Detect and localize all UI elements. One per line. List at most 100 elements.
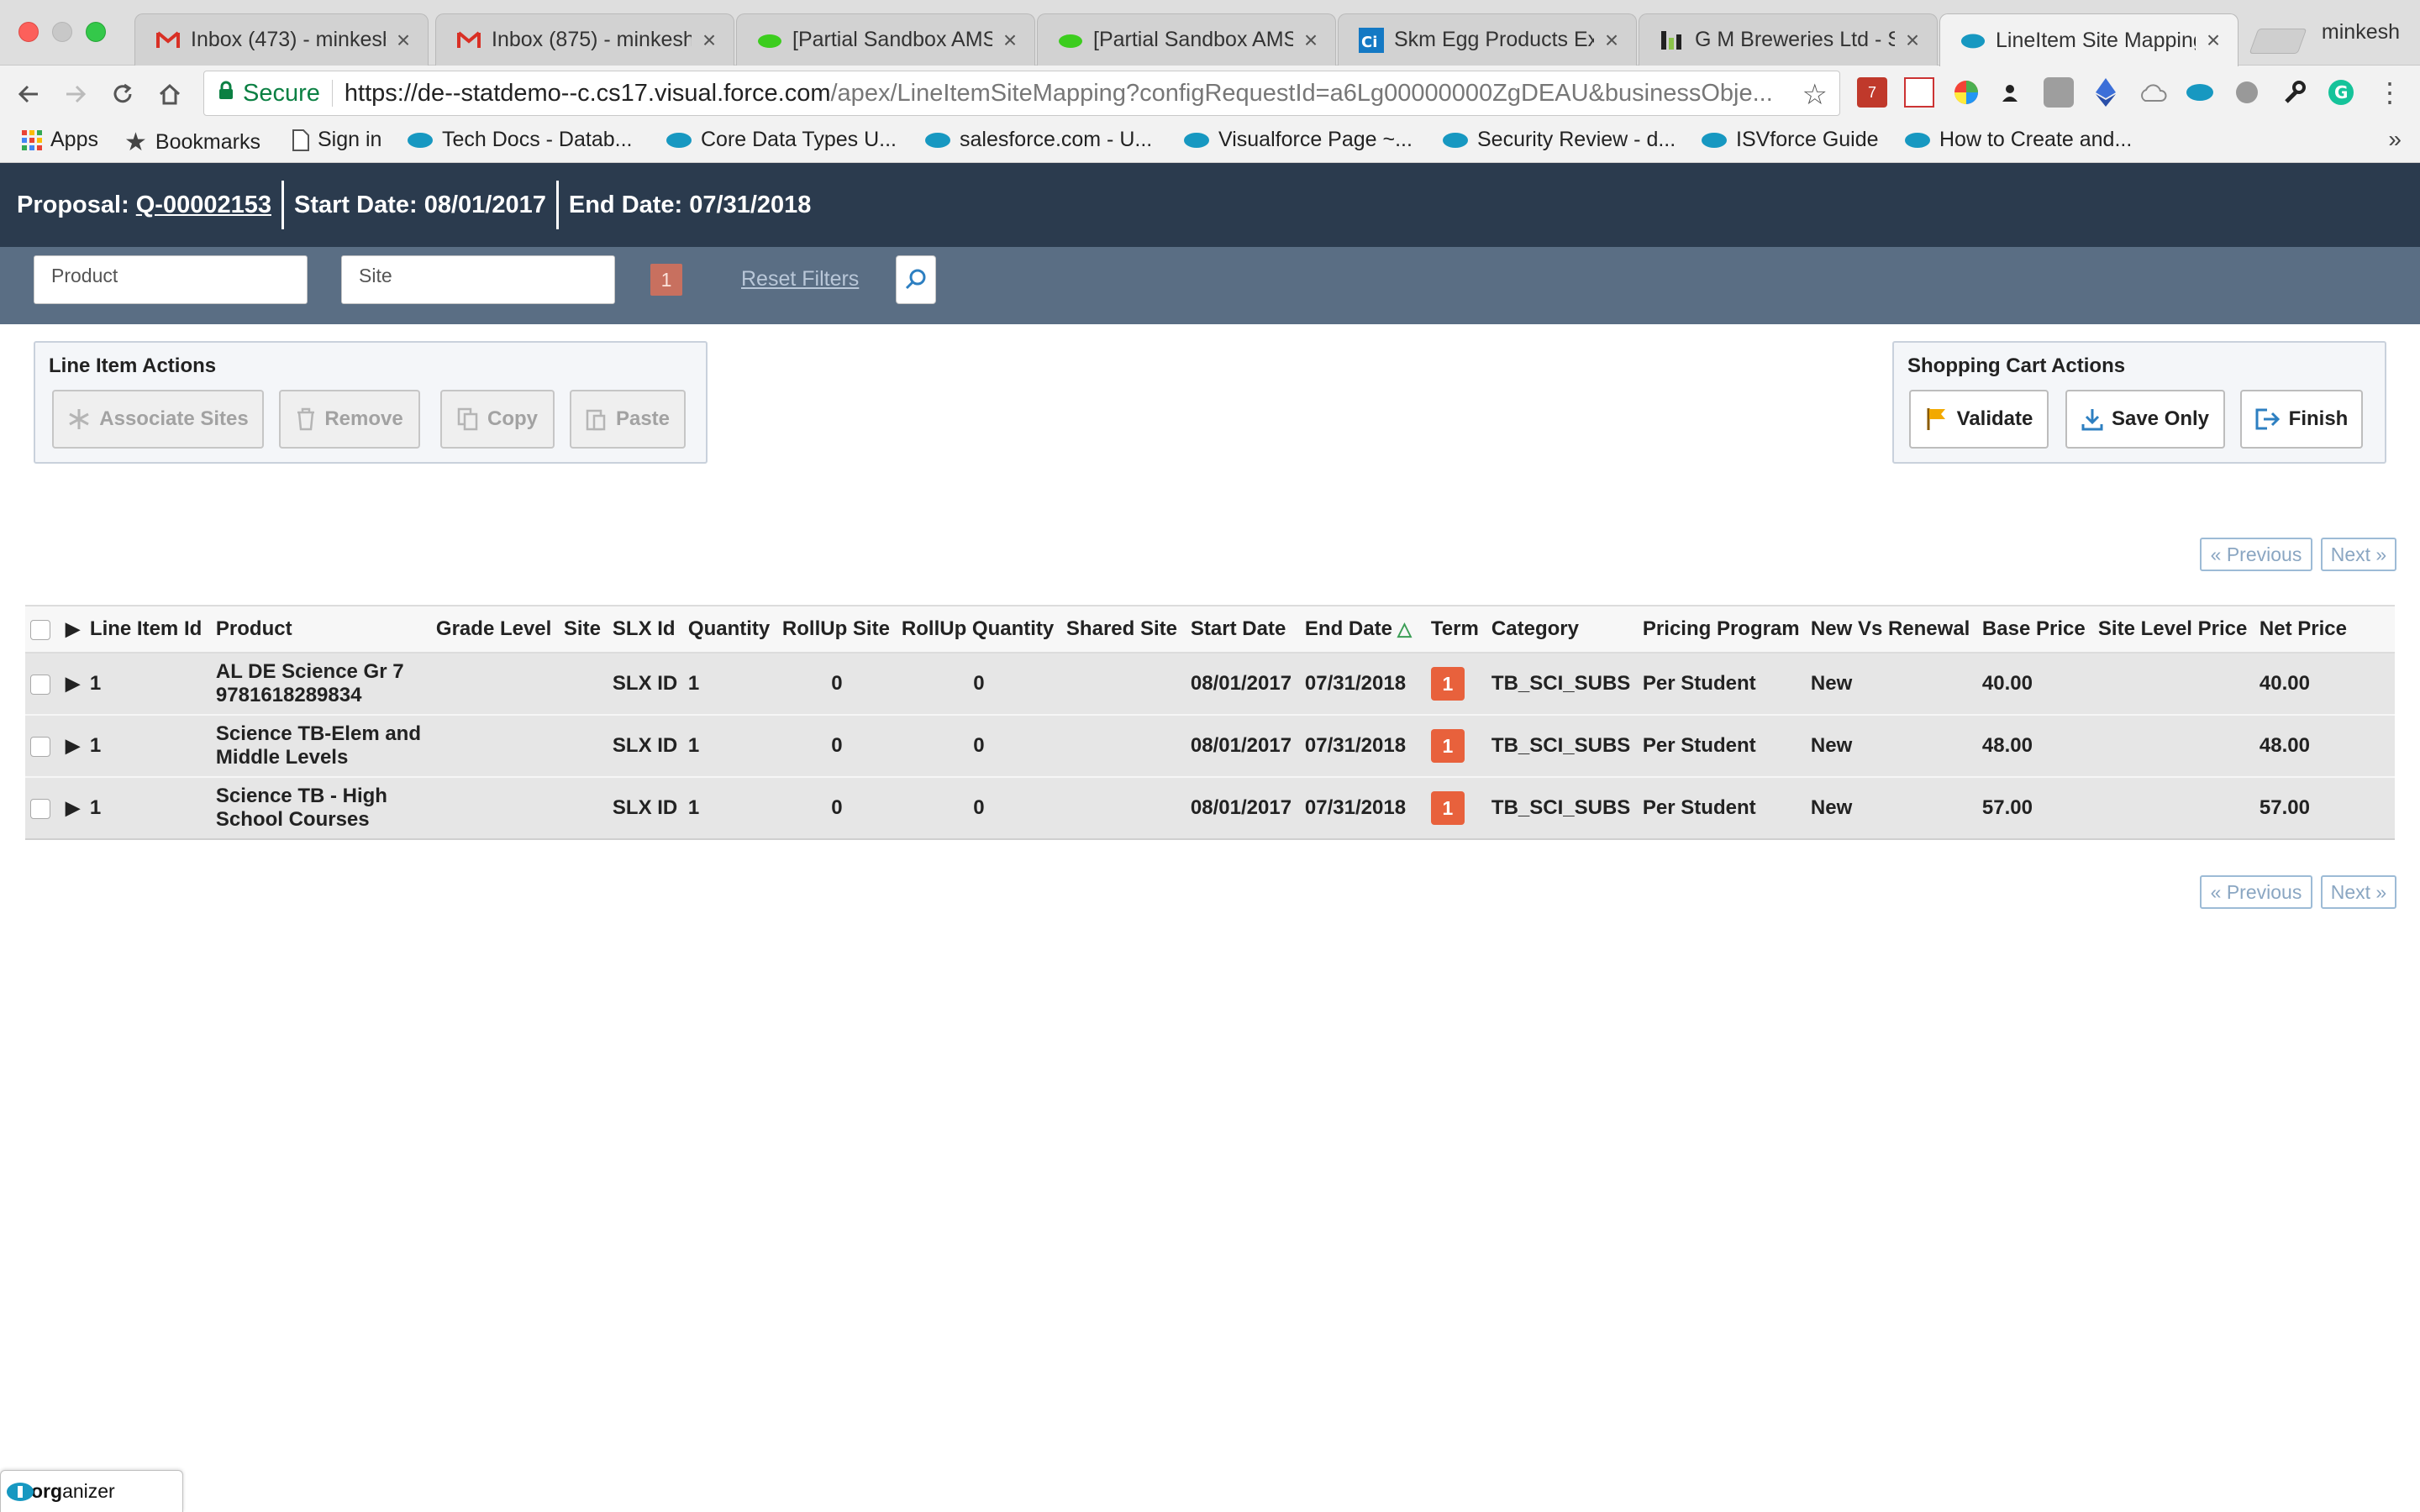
bookmark-how-to-create[interactable]: How to Create and... — [1904, 128, 2132, 152]
extension-cloud-icon[interactable] — [2138, 77, 2168, 108]
profile-name[interactable]: minkesh — [2322, 20, 2400, 45]
browser-tab[interactable]: G M Breweries Ltd - S × — [1639, 13, 1938, 66]
previous-page-button[interactable]: « Previous — [2200, 538, 2312, 571]
tab-close-icon[interactable]: × — [2202, 27, 2224, 54]
tab-close-icon[interactable]: × — [1902, 27, 1923, 54]
column-header[interactable]: Line Item Id — [85, 606, 211, 653]
address-bar[interactable]: Secure https://de--statdemo--c.cs17.visu… — [203, 71, 1840, 116]
bookmark-visualforce-page[interactable]: Visualforce Page ~... — [1183, 128, 1413, 152]
bookmark-security-review[interactable]: Security Review - d... — [1442, 128, 1676, 152]
save-only-button[interactable]: Save Only — [2065, 390, 2225, 449]
column-header[interactable]: Quantity — [683, 606, 777, 653]
home-button[interactable] — [151, 76, 188, 113]
arrow-right-icon — [66, 85, 87, 103]
search-button[interactable] — [896, 255, 936, 304]
column-header[interactable]: Base Price — [1977, 606, 2093, 653]
tab-close-icon[interactable]: × — [392, 27, 414, 54]
column-header[interactable]: Start Date — [1186, 606, 1300, 653]
browser-tab[interactable]: [Partial Sandbox AMS × — [736, 13, 1035, 66]
sign-out-icon — [2255, 408, 2281, 430]
reset-filters-link[interactable]: Reset Filters — [741, 267, 859, 291]
bookmark-sign-in[interactable]: Sign in — [292, 128, 381, 152]
row-expand-icon[interactable]: ▶ — [66, 735, 80, 756]
previous-page-button[interactable]: « Previous — [2200, 875, 2312, 909]
next-page-button[interactable]: Next » — [2321, 538, 2396, 571]
new-tab-button[interactable] — [2249, 29, 2307, 54]
column-header[interactable]: Term — [1426, 606, 1486, 653]
next-page-button[interactable]: Next » — [2321, 875, 2396, 909]
tab-close-icon[interactable]: × — [1601, 27, 1623, 54]
proposal-link[interactable]: Q-00002153 — [136, 192, 271, 219]
window-close-button[interactable] — [18, 22, 39, 42]
wrench-icon[interactable] — [2279, 77, 2309, 108]
column-header[interactable]: Site Level Price — [2093, 606, 2254, 653]
extension-color-wheel-icon[interactable] — [1951, 77, 1981, 108]
tab-close-icon[interactable]: × — [999, 27, 1021, 54]
tab-close-icon[interactable]: × — [698, 27, 720, 54]
row-expand-icon[interactable]: ▶ — [66, 797, 80, 818]
site-filter-input[interactable]: Site — [341, 255, 615, 304]
site-cell — [559, 777, 608, 839]
extension-gray-dot-icon[interactable] — [2232, 77, 2262, 108]
grammarly-icon[interactable]: G — [2326, 77, 2356, 108]
window-zoom-button[interactable] — [86, 22, 106, 42]
bookmark-bookmarks[interactable]: ★ Bookmarks — [124, 128, 260, 157]
organizer-cloud-icon — [6, 1481, 34, 1508]
row-checkbox[interactable] — [30, 674, 50, 695]
column-header[interactable]: Grade Level — [431, 606, 559, 653]
column-header[interactable]: Site — [559, 606, 608, 653]
row-checkbox[interactable] — [30, 798, 50, 819]
column-header[interactable]: Category — [1486, 606, 1638, 653]
column-header[interactable]: Shared Site — [1061, 606, 1186, 653]
browser-tab[interactable]: [Partial Sandbox AMS × — [1037, 13, 1336, 66]
tab-title: Skm Egg Products Ex — [1394, 28, 1594, 51]
reload-button[interactable] — [104, 76, 141, 113]
browser-tab[interactable]: Inbox (473) - minkesh × — [134, 13, 429, 66]
validate-button[interactable]: Validate — [1909, 390, 2049, 449]
bookmark-tech-docs[interactable]: Tech Docs - Datab... — [407, 128, 632, 152]
browser-tab[interactable]: Ci Skm Egg Products Ex × — [1338, 13, 1637, 66]
table-row[interactable]: ▶ 1 Science TB - High School Courses SLX… — [25, 777, 2395, 839]
select-all-checkbox[interactable] — [30, 619, 50, 640]
extension-calendar-icon[interactable]: 7 — [1857, 77, 1887, 108]
bookmark-isvforce-guide[interactable]: ISVforce Guide — [1701, 128, 1879, 152]
column-header[interactable]: RollUp Quantity — [897, 606, 1061, 653]
end-date-column-header[interactable]: End Date △ — [1300, 606, 1426, 653]
table-row[interactable]: ▶ 1 Science TB-Elem and Middle Levels SL… — [25, 715, 2395, 777]
paste-button[interactable]: Paste — [570, 390, 686, 449]
column-header[interactable]: RollUp Site — [777, 606, 897, 653]
column-header[interactable]: Pricing Program — [1638, 606, 1806, 653]
row-checkbox[interactable] — [30, 736, 50, 757]
extension-salesforce-icon[interactable] — [2185, 77, 2215, 108]
extension-page-icon[interactable] — [1904, 77, 1934, 108]
extension-gray-icon[interactable] — [2044, 77, 2074, 108]
row-expand-icon[interactable]: ▶ — [66, 673, 80, 694]
column-header[interactable]: SLX Id — [608, 606, 683, 653]
bookmark-salesforce-com[interactable]: salesforce.com - U... — [924, 128, 1152, 152]
bookmark-apps[interactable]: Apps — [22, 128, 98, 152]
extension-user-icon[interactable] — [1995, 77, 2025, 108]
remove-button[interactable]: Remove — [279, 390, 420, 449]
forward-button[interactable] — [57, 76, 94, 113]
bookmark-core-data-types[interactable]: Core Data Types U... — [666, 128, 897, 152]
back-button[interactable] — [10, 76, 47, 113]
associate-sites-button[interactable]: Associate Sites — [52, 390, 264, 449]
extension-ethereum-icon[interactable] — [2091, 77, 2121, 108]
copy-button[interactable]: Copy — [440, 390, 555, 449]
column-header[interactable]: Product — [211, 606, 431, 653]
organizer-widget[interactable]: org anizer — [0, 1470, 183, 1512]
browser-menu-icon[interactable]: ⋮ — [2375, 77, 2405, 108]
column-header[interactable]: Net Price — [2254, 606, 2395, 653]
table-row[interactable]: ▶ 1 AL DE Science Gr 7 9781618289834 SLX… — [25, 653, 2395, 715]
window-minimize-button[interactable] — [52, 22, 72, 42]
slx-id-cell: SLX ID — [612, 672, 678, 695]
bookmarks-overflow-icon[interactable]: » — [2388, 126, 2402, 153]
column-header[interactable]: New Vs Renewal — [1806, 606, 1977, 653]
tab-close-icon[interactable]: × — [1300, 27, 1322, 54]
product-filter-input[interactable]: Product — [34, 255, 308, 304]
expand-all-icon[interactable]: ▶ — [66, 618, 80, 639]
bookmark-star-icon[interactable]: ☆ — [1802, 78, 1828, 112]
browser-tab-active[interactable]: LineItem Site Mapping × — [1939, 13, 2238, 66]
browser-tab[interactable]: Inbox (875) - minkesh × — [435, 13, 734, 66]
finish-button[interactable]: Finish — [2240, 390, 2363, 449]
